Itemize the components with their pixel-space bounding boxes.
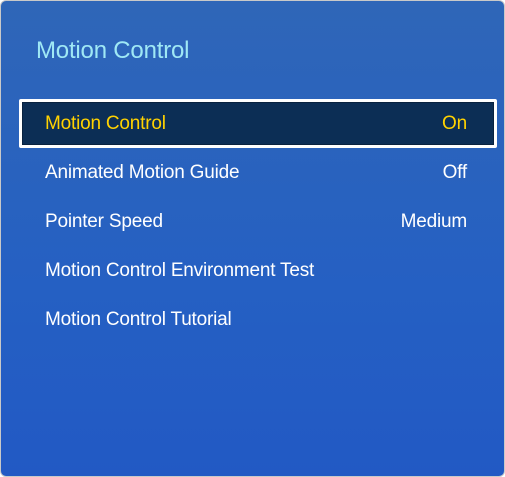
menu-item-label: Animated Motion Guide: [45, 161, 240, 183]
menu-item-label: Motion Control Tutorial: [45, 308, 232, 330]
menu-item-label: Motion Control: [45, 112, 166, 134]
panel-title: Motion Control: [36, 37, 190, 64]
menu-item-label: Pointer Speed: [45, 210, 163, 232]
menu-item-environment-test[interactable]: Motion Control Environment Test: [19, 246, 497, 295]
menu-item-value: Medium: [400, 210, 468, 232]
menu-item-animated-motion-guide[interactable]: Animated Motion Guide Off: [19, 148, 497, 197]
menu-item-tutorial[interactable]: Motion Control Tutorial: [19, 295, 497, 344]
menu-item-pointer-speed[interactable]: Pointer Speed Medium: [19, 197, 497, 246]
menu-item-label: Motion Control Environment Test: [45, 259, 315, 281]
motion-control-panel: Motion Control Motion Control On Animate…: [0, 0, 505, 477]
menu-item-motion-control[interactable]: Motion Control On: [19, 99, 497, 148]
menu-item-value: Off: [442, 161, 468, 183]
menu-list: Motion Control On Animated Motion Guide …: [19, 99, 497, 344]
menu-item-value: On: [442, 112, 467, 134]
